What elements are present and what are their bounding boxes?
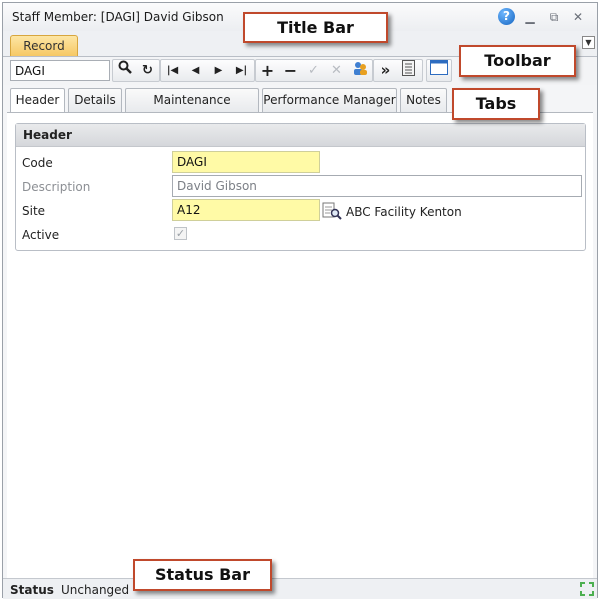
delete-icon[interactable]: − (279, 60, 302, 81)
resize-icon[interactable] (580, 582, 594, 596)
callout-status-bar: Status Bar (133, 559, 272, 591)
window-controls: ? ▁ ⧉ ✕ (498, 8, 587, 25)
window-icon[interactable] (427, 60, 450, 81)
ribbon-tab-record[interactable]: Record (10, 35, 78, 56)
search-input[interactable]: DAGI (10, 60, 110, 81)
first-record-icon[interactable]: |◀ (161, 60, 184, 81)
users-icon[interactable] (348, 60, 371, 81)
status-bar: Status Unchanged (3, 578, 597, 599)
lookup-icon[interactable] (322, 201, 342, 221)
code-label: Code (22, 156, 53, 170)
group-title: Header (16, 124, 585, 147)
save-icon[interactable]: ✓ (302, 60, 325, 81)
site-label: Site (22, 204, 46, 218)
close-icon[interactable]: ✕ (569, 9, 587, 25)
callout-title-bar: Title Bar (243, 12, 388, 43)
minimize-icon[interactable]: ▁ (521, 9, 539, 25)
tab-maintenance-manager[interactable]: Maintenance Manager (125, 88, 259, 130)
callout-tabs: Tabs (452, 88, 540, 120)
tab-performance-manager[interactable]: Performance Manager (262, 88, 397, 112)
more-group: » (373, 59, 423, 82)
add-icon[interactable]: + (256, 60, 279, 81)
code-field[interactable]: DAGI (172, 151, 320, 173)
more-icon[interactable]: » (374, 60, 397, 81)
window-title: Staff Member: [DAGI] David Gibson (12, 10, 224, 24)
help-icon[interactable]: ? (498, 8, 515, 25)
header-group: Header Code DAGI Description David Gibso… (15, 123, 586, 251)
chevron-down-icon[interactable]: ▼ (582, 36, 595, 49)
cancel-icon[interactable]: ✕ (325, 60, 348, 81)
navigation-group: |◀ ◀ ▶ ▶| (160, 59, 255, 82)
status-value: Unchanged (61, 583, 130, 597)
record-actions-group: + − ✓ ✕ (255, 59, 373, 82)
list-icon[interactable] (397, 60, 420, 81)
status-label: Status (10, 583, 54, 597)
tab-notes[interactable]: Notes (400, 88, 447, 112)
tab-panel-header: Header Code DAGI Description David Gibso… (7, 112, 593, 578)
active-checkbox[interactable]: ✓ (174, 227, 187, 240)
tab-header[interactable]: Header (10, 88, 65, 113)
window-group (426, 59, 452, 82)
refresh-icon[interactable]: ↻ (136, 60, 159, 81)
last-record-icon[interactable]: ▶| (230, 60, 253, 81)
site-field[interactable]: A12 (172, 199, 320, 221)
description-field[interactable]: David Gibson (172, 175, 582, 197)
restore-icon[interactable]: ⧉ (545, 9, 563, 25)
search-group: ↻ (112, 59, 160, 82)
previous-record-icon[interactable]: ◀ (184, 60, 207, 81)
next-record-icon[interactable]: ▶ (207, 60, 230, 81)
tab-details[interactable]: Details (68, 88, 122, 112)
site-name: ABC Facility Kenton (346, 205, 462, 219)
active-label: Active (22, 228, 60, 242)
callout-toolbar: Toolbar (459, 45, 576, 77)
search-icon[interactable] (113, 60, 136, 81)
description-label: Description (22, 180, 91, 194)
